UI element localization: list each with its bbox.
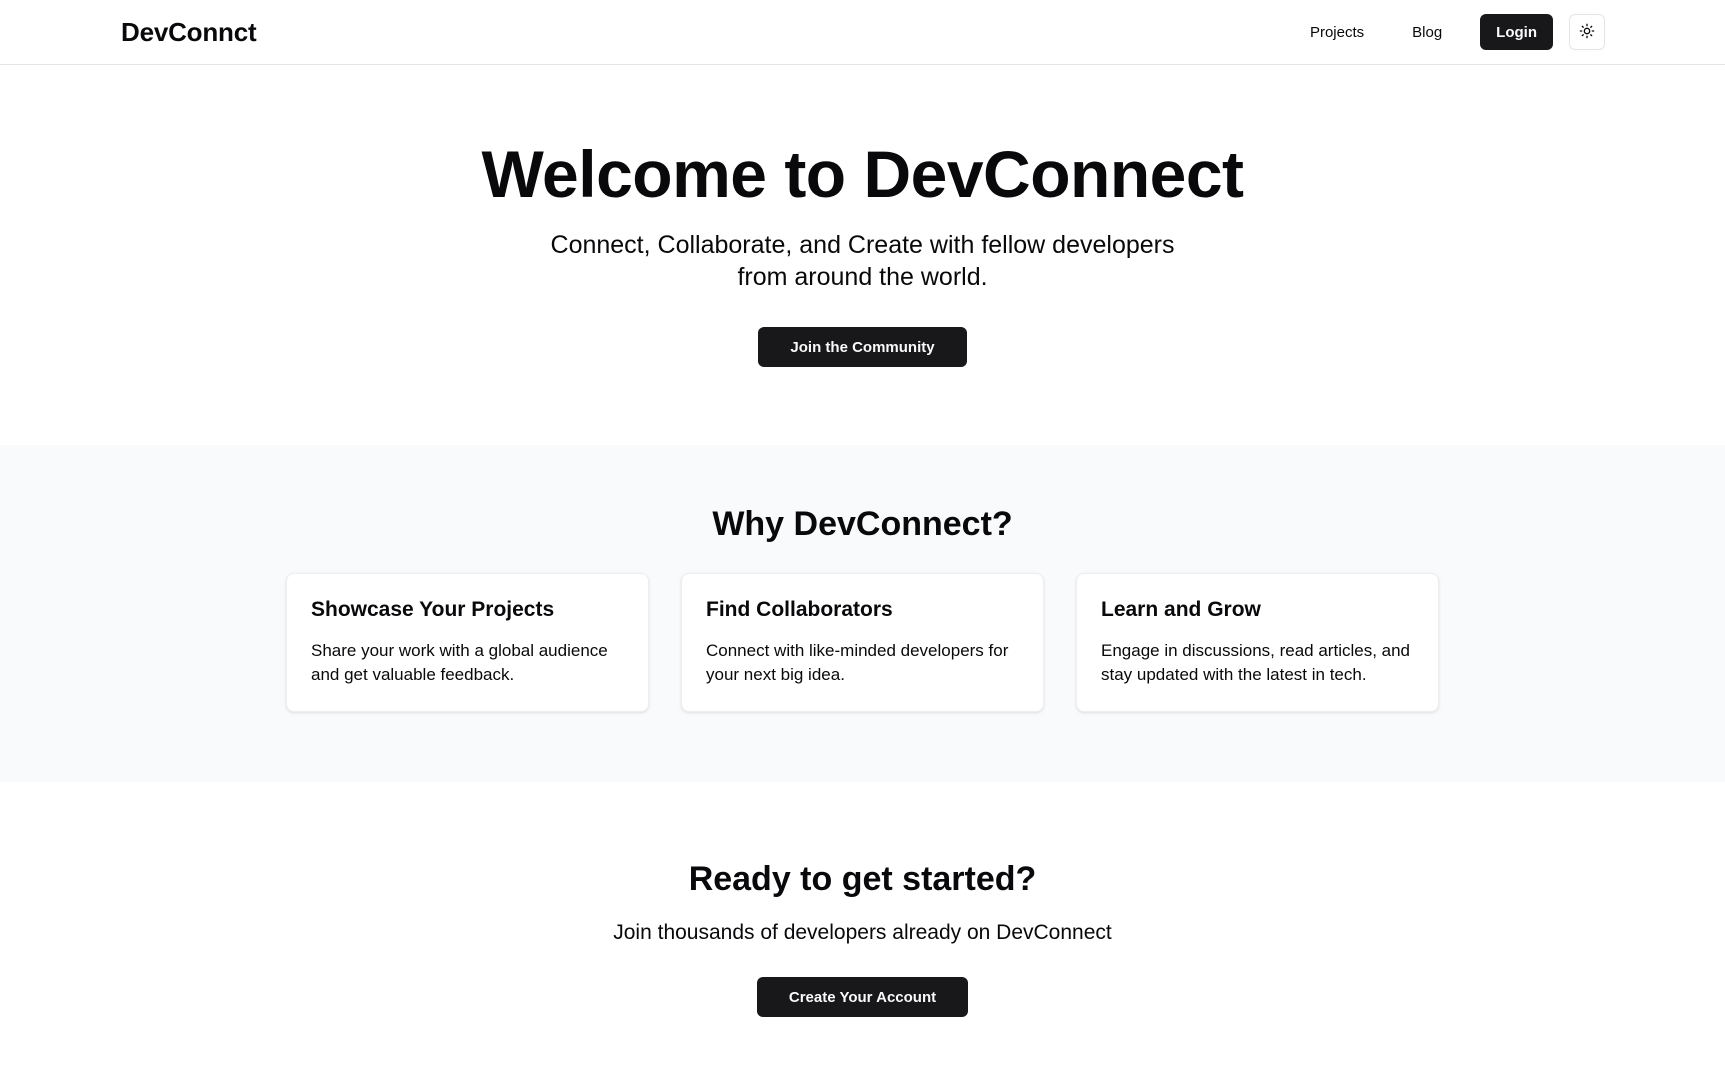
feature-card-showcase: Showcase Your Projects Share your work w…	[286, 573, 649, 712]
feature-card-description: Engage in discussions, read articles, an…	[1101, 641, 1411, 685]
feature-card-learn: Learn and Grow Engage in discussions, re…	[1076, 573, 1439, 712]
feature-card-collaborators: Find Collaborators Connect with like-min…	[681, 573, 1044, 712]
main-nav: Projects Blog Login	[1294, 14, 1605, 50]
features-section: Why DevConnect? Showcase Your Projects S…	[0, 445, 1725, 782]
nav-link-blog[interactable]: Blog	[1396, 14, 1458, 50]
theme-toggle-button[interactable]	[1569, 14, 1605, 50]
feature-card-description: Connect with like-minded developers for …	[706, 641, 1009, 685]
cta-section: Ready to get started? Join thousands of …	[0, 782, 1725, 1018]
hero-subtitle: Connect, Collaborate, and Create with fe…	[550, 231, 1175, 291]
feature-card-title: Find Collaborators	[706, 598, 893, 621]
cta-subtitle: Join thousands of developers already on …	[613, 921, 1112, 944]
sun-icon	[1579, 23, 1595, 42]
create-account-button[interactable]: Create Your Account	[756, 977, 969, 1018]
join-community-button[interactable]: Join the Community	[758, 327, 967, 367]
feature-card-title: Learn and Grow	[1101, 598, 1261, 621]
feature-cards: Showcase Your Projects Share your work w…	[0, 573, 1725, 712]
site-header: DevConnct Projects Blog Login	[0, 0, 1725, 65]
nav-link-projects[interactable]: Projects	[1294, 14, 1380, 50]
feature-card-description: Share your work with a global audience a…	[311, 641, 608, 685]
hero-title: Welcome to DevConnect	[481, 137, 1244, 211]
feature-card-title: Showcase Your Projects	[311, 598, 555, 621]
features-title: Why DevConnect?	[712, 505, 1013, 543]
hero-section: Welcome to DevConnect Connect, Collabora…	[0, 65, 1725, 445]
brand-logo[interactable]: DevConnct	[121, 17, 257, 48]
cta-title: Ready to get started?	[688, 860, 1037, 898]
login-button[interactable]: Login	[1480, 14, 1553, 50]
